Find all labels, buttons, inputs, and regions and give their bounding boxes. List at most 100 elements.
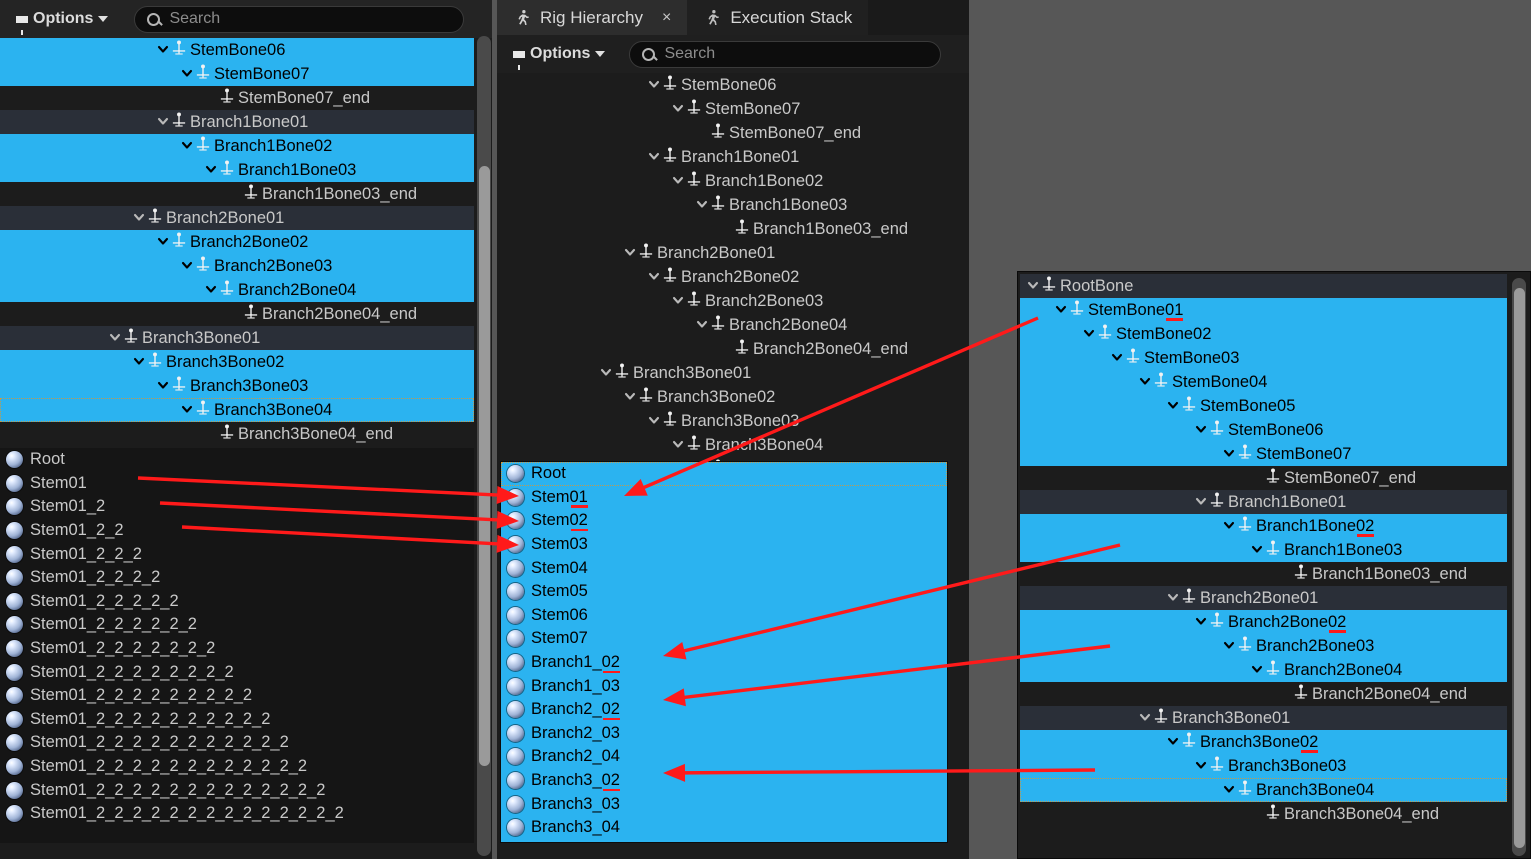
- chevron-down-icon[interactable]: [1222, 447, 1236, 461]
- list-item[interactable]: Root: [0, 448, 474, 472]
- tree-row[interactable]: Branch2Bone04: [497, 313, 931, 337]
- list-item[interactable]: Stem01: [0, 472, 474, 496]
- tree-row[interactable]: Branch3Bone02: [1020, 730, 1507, 754]
- list-item[interactable]: Branch3_03: [501, 792, 947, 816]
- chevron-down-icon[interactable]: [647, 78, 661, 92]
- chevron-down-icon[interactable]: [695, 198, 709, 212]
- tree-row[interactable]: Branch3Bone01: [0, 326, 474, 350]
- tree-row[interactable]: Branch1Bone02: [0, 134, 474, 158]
- tree-row[interactable]: Branch3Bone04_end: [0, 422, 474, 446]
- chevron-down-icon[interactable]: [1082, 327, 1096, 341]
- list-item[interactable]: Stem01_2_2: [0, 519, 474, 543]
- chevron-down-icon[interactable]: [1222, 639, 1236, 653]
- tree-row[interactable]: Branch1Bone02: [1020, 514, 1507, 538]
- list-item[interactable]: Branch3_02: [501, 769, 947, 793]
- tree-row[interactable]: Branch3Bone03: [1020, 754, 1507, 778]
- left-scrollbar-track[interactable]: [477, 36, 491, 856]
- tree-row[interactable]: Branch1Bone01: [0, 110, 474, 134]
- list-item[interactable]: Branch3_04: [501, 816, 947, 840]
- tree-row[interactable]: StemBone01: [1020, 298, 1507, 322]
- chevron-down-icon[interactable]: [1250, 543, 1264, 557]
- chevron-down-icon[interactable]: [671, 294, 685, 308]
- list-item[interactable]: Stem01_2_2_2_2_2_2_2_2_2_2_2_2: [0, 755, 474, 779]
- tree-row[interactable]: StemBone07_end: [0, 86, 474, 110]
- tree-row[interactable]: StemBone03: [1020, 346, 1507, 370]
- chevron-down-icon[interactable]: [647, 414, 661, 428]
- list-item[interactable]: Stem01_2_2_2: [0, 542, 474, 566]
- list-item[interactable]: Stem01_2_2_2_2_2_2_2_2_2_2_2_2_2: [0, 778, 474, 802]
- chevron-down-icon[interactable]: [156, 43, 170, 57]
- tree-row[interactable]: Branch2Bone01: [1020, 586, 1507, 610]
- tree-row[interactable]: Branch1Bone03: [497, 193, 931, 217]
- chevron-down-icon[interactable]: [647, 150, 661, 164]
- tree-row[interactable]: Branch3Bone04: [497, 433, 931, 457]
- chevron-down-icon[interactable]: [1194, 495, 1208, 509]
- left-scrollbar-thumb[interactable]: [478, 166, 490, 766]
- list-item[interactable]: Stem01_2_2_2_2_2_2_2_2: [0, 660, 474, 684]
- tree-row[interactable]: StemBone06: [497, 73, 931, 97]
- tree-row[interactable]: Branch3Bone01: [497, 361, 931, 385]
- chevron-down-icon[interactable]: [695, 318, 709, 332]
- tree-row[interactable]: Branch1Bone03: [0, 158, 474, 182]
- tree-row[interactable]: Branch3Bone04_end: [1020, 802, 1507, 826]
- middle-element-list[interactable]: Root Stem01 Stem02 Stem03 Stem04 Stem05 Stem06…: [500, 461, 948, 843]
- tree-row[interactable]: Branch3Bone04: [0, 398, 474, 422]
- tree-row[interactable]: Branch3Bone02: [497, 385, 931, 409]
- list-item[interactable]: Stem05: [501, 580, 947, 604]
- list-item[interactable]: Stem01_2_2_2_2_2_2_2_2_2_2_2_2_2_2: [0, 802, 474, 826]
- tree-row[interactable]: StemBone07_end: [1020, 466, 1507, 490]
- tree-row[interactable]: Branch2Bone01: [0, 206, 474, 230]
- chevron-down-icon[interactable]: [156, 115, 170, 129]
- chevron-down-icon[interactable]: [108, 331, 122, 345]
- tree-row[interactable]: Branch1Bone01: [1020, 490, 1507, 514]
- chevron-down-icon[interactable]: [1222, 519, 1236, 533]
- list-item[interactable]: Branch2_02: [501, 698, 947, 722]
- list-item[interactable]: Stem01_2: [0, 495, 474, 519]
- right-rig-tree[interactable]: RootBone StemBone01 StemBone02 StemBone03 St…: [1020, 274, 1507, 858]
- tree-row[interactable]: StemBone06: [1020, 418, 1507, 442]
- list-item[interactable]: Stem01: [501, 486, 947, 510]
- chevron-down-icon[interactable]: [623, 390, 637, 404]
- chevron-down-icon[interactable]: [1138, 711, 1152, 725]
- tree-row[interactable]: StemBone06: [0, 38, 474, 62]
- list-item[interactable]: Stem01_2_2_2_2: [0, 566, 474, 590]
- tree-row[interactable]: Branch2Bone04: [0, 278, 474, 302]
- left-rig-tree[interactable]: StemBone06 StemBone07 StemBone07_end Branch…: [0, 38, 474, 448]
- tree-row[interactable]: Branch2Bone03: [1020, 634, 1507, 658]
- chevron-down-icon[interactable]: [204, 163, 218, 177]
- tree-row[interactable]: Branch2Bone02: [1020, 610, 1507, 634]
- chevron-down-icon[interactable]: [180, 67, 194, 81]
- tree-row[interactable]: Branch2Bone01: [497, 241, 931, 265]
- tree-row[interactable]: StemBone05: [1020, 394, 1507, 418]
- tree-row[interactable]: Branch1Bone01: [497, 145, 931, 169]
- tree-row[interactable]: StemBone07_end: [497, 121, 931, 145]
- chevron-down-icon[interactable]: [1166, 399, 1180, 413]
- tree-row[interactable]: Branch3Bone02: [0, 350, 474, 374]
- list-item[interactable]: Stem02: [501, 509, 947, 533]
- right-scrollbar-track[interactable]: [1512, 278, 1526, 856]
- chevron-down-icon[interactable]: [180, 259, 194, 273]
- tree-row[interactable]: RootBone: [1020, 274, 1507, 298]
- chevron-down-icon[interactable]: [1166, 591, 1180, 605]
- chevron-down-icon[interactable]: [1110, 351, 1124, 365]
- chevron-down-icon[interactable]: [1250, 663, 1264, 677]
- list-item[interactable]: Branch1_02: [501, 651, 947, 675]
- list-item[interactable]: Root: [501, 462, 947, 486]
- tree-row[interactable]: Branch3Bone03: [0, 374, 474, 398]
- chevron-down-icon[interactable]: [1194, 759, 1208, 773]
- tree-row[interactable]: Branch1Bone03_end: [497, 217, 931, 241]
- tab-rig-hierarchy[interactable]: Rig Hierarchy ×: [497, 0, 688, 35]
- tree-row[interactable]: Branch1Bone03_end: [0, 182, 474, 206]
- tree-row[interactable]: Branch3Bone01: [1020, 706, 1507, 730]
- tab-execution-stack[interactable]: Execution Stack: [687, 0, 869, 35]
- chevron-down-icon[interactable]: [132, 211, 146, 225]
- close-icon[interactable]: ×: [662, 9, 671, 27]
- tree-row[interactable]: Branch2Bone04: [1020, 658, 1507, 682]
- right-scrollbar-thumb[interactable]: [1513, 288, 1525, 848]
- tree-row[interactable]: StemBone04: [1020, 370, 1507, 394]
- chevron-down-icon[interactable]: [1194, 423, 1208, 437]
- list-item[interactable]: Branch1_03: [501, 674, 947, 698]
- tree-row[interactable]: Branch1Bone02: [497, 169, 931, 193]
- chevron-down-icon[interactable]: [180, 139, 194, 153]
- chevron-down-icon[interactable]: [180, 403, 194, 417]
